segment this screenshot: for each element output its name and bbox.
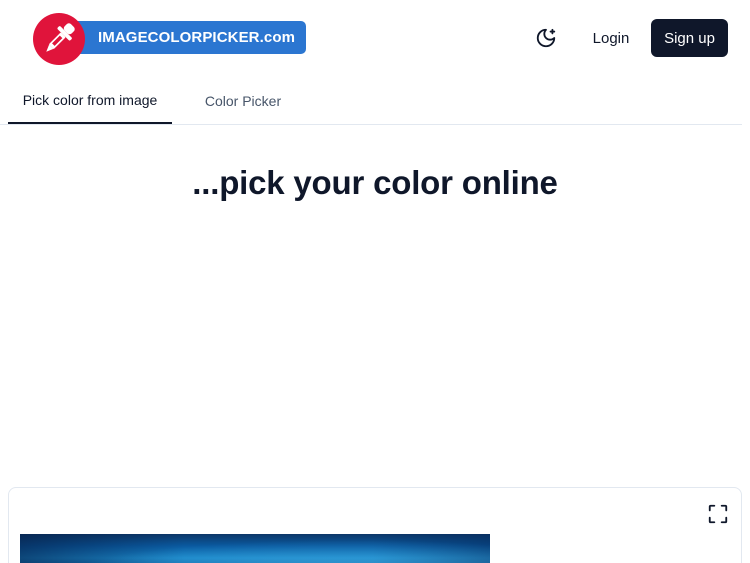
tab-pick-color-from-image[interactable]: Pick color from image bbox=[8, 78, 172, 124]
site-logo[interactable]: IMAGECOLORPICKER.com bbox=[33, 13, 308, 65]
tab-color-picker[interactable]: Color Picker bbox=[188, 78, 298, 124]
page: IMAGECOLORPICKER.com Login Sign up Pick … bbox=[0, 0, 750, 563]
theme-toggle-button[interactable] bbox=[533, 25, 559, 51]
eyedropper-icon bbox=[46, 23, 75, 52]
page-title: ...pick your color online bbox=[192, 164, 558, 201]
uploaded-image-canvas[interactable] bbox=[20, 534, 490, 563]
image-picker-card bbox=[8, 487, 742, 563]
moon-stars-icon bbox=[536, 28, 556, 48]
fullscreen-icon bbox=[708, 504, 728, 524]
signup-button[interactable]: Sign up bbox=[651, 19, 728, 57]
tab-bar: Pick color from image Color Picker bbox=[0, 78, 742, 125]
logo-badge bbox=[33, 13, 85, 65]
login-button[interactable]: Login bbox=[582, 20, 640, 56]
header: IMAGECOLORPICKER.com Login Sign up bbox=[0, 0, 750, 76]
fullscreen-button[interactable] bbox=[707, 503, 729, 525]
logo-text: IMAGECOLORPICKER.com bbox=[98, 29, 296, 46]
